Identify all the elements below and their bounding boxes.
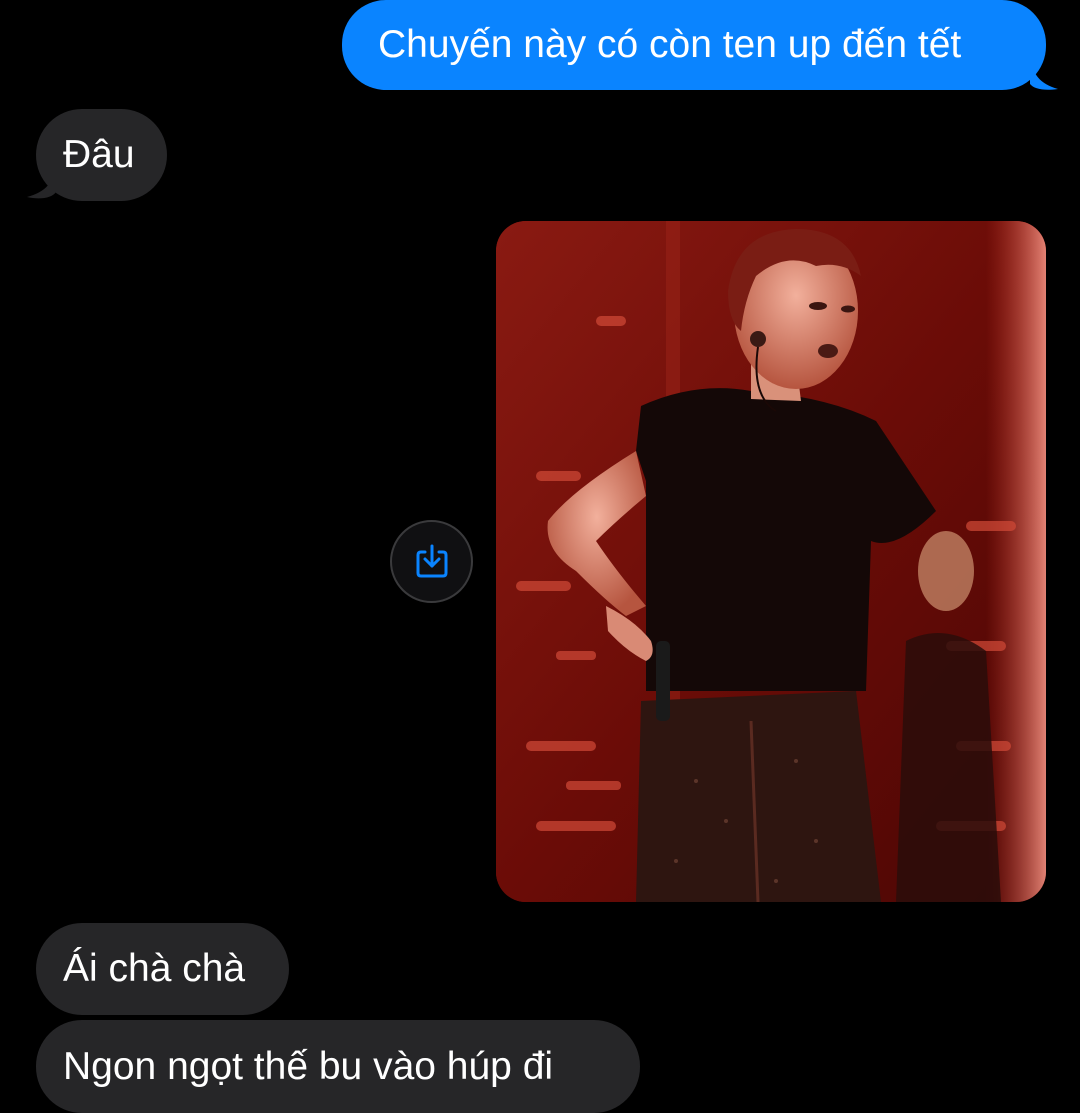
message-text: Ngon ngọt thế bu vào húp đi	[63, 1044, 554, 1088]
incoming-message-bubble[interactable]: Ngon ngọt thế bu vào húp đi	[36, 1020, 640, 1113]
message-text: Đâu	[63, 133, 135, 176]
outgoing-bubble-tail	[1030, 56, 1058, 90]
outgoing-message-bubble[interactable]: Chuyến này có còn ten up đến tết	[342, 0, 1046, 90]
concert-performer-photo-icon	[496, 221, 1046, 902]
save-photo-button[interactable]	[390, 520, 473, 603]
save-share-icon	[416, 544, 447, 577]
message-text: Chuyến này có còn ten up đến tết	[378, 23, 962, 66]
photo-message[interactable]	[496, 221, 1046, 902]
message-text: Ái chà chà	[63, 947, 246, 990]
incoming-bubble-tail	[27, 164, 56, 199]
incoming-message-bubble[interactable]: Ái chà chà	[36, 923, 289, 1015]
